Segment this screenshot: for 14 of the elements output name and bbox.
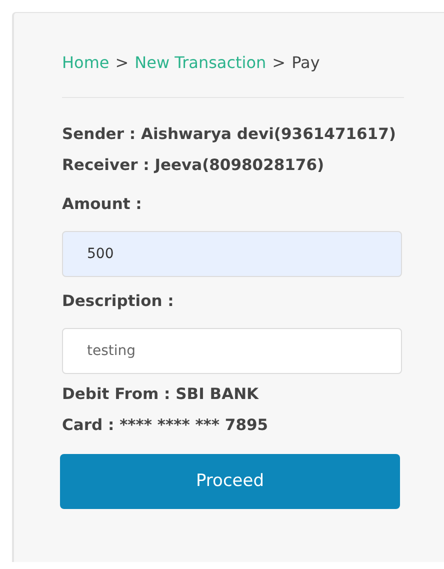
debit-from-text: Debit From : SBI BANK: [62, 384, 260, 405]
field-label: Amount :: [62, 194, 143, 215]
breadcrumb-link[interactable]: Home: [62, 51, 110, 75]
proceed-button[interactable]: Proceed: [60, 454, 400, 509]
breadcrumb-current: Pay: [292, 52, 320, 74]
breadcrumb-separator: >: [115, 52, 129, 74]
card-text: Card : **** **** *** 7895: [62, 415, 270, 436]
field-label: Description :: [62, 291, 175, 312]
receiver-text: Receiver : Jeeva(8098028176): [62, 155, 326, 176]
input-field[interactable]: 500: [62, 231, 402, 277]
input-field[interactable]: testing: [62, 328, 402, 374]
breadcrumb-separator: >: [272, 52, 286, 74]
sender-text: Sender : Aishwarya devi(9361471617): [62, 124, 397, 145]
breadcrumb-link[interactable]: New Transaction: [134, 51, 266, 75]
